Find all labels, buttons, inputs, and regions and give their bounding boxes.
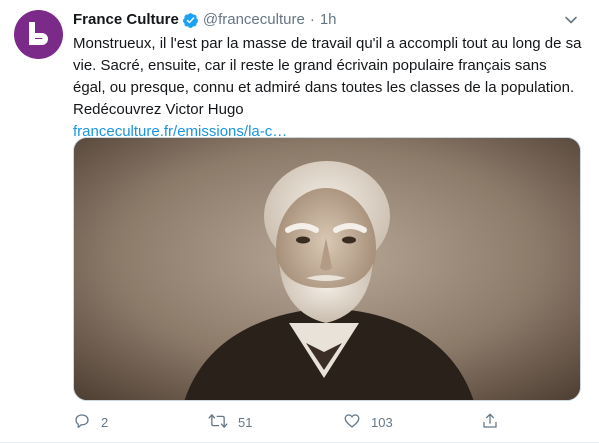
heart-icon (343, 412, 361, 433)
share-icon (481, 412, 499, 433)
timestamp[interactable]: 1h (320, 9, 337, 31)
avatar[interactable] (14, 10, 63, 59)
tweet[interactable]: France Culture @franceculture · 1h Monst… (0, 0, 599, 443)
tweet-header: France Culture @franceculture · 1h (73, 9, 583, 31)
tweet-image[interactable] (73, 137, 581, 401)
reply-count: 2 (101, 414, 109, 430)
author-handle[interactable]: @franceculture (203, 9, 305, 31)
tweet-text: Monstrueux, il l'est par la masse de tra… (73, 35, 582, 118)
retweet-count: 51 (238, 414, 253, 430)
author-name[interactable]: France Culture (73, 9, 179, 31)
chevron-down-icon[interactable] (563, 12, 579, 28)
tweet-actions: 2 51 103 (73, 408, 503, 436)
like-button[interactable]: 103 (343, 408, 481, 436)
tweet-content: France Culture @franceculture · 1h Monst… (73, 9, 583, 143)
portrait-photo (74, 138, 580, 400)
share-button[interactable] (481, 408, 501, 436)
reply-button[interactable]: 2 (73, 408, 208, 436)
retweet-icon (208, 412, 228, 433)
like-count: 103 (371, 414, 393, 430)
verified-badge-icon (182, 12, 199, 29)
retweet-button[interactable]: 51 (208, 408, 343, 436)
france-culture-logo (29, 22, 48, 45)
header-separator: · (309, 11, 315, 28)
tweet-text-block: Monstrueux, il l'est par la masse de tra… (73, 33, 583, 143)
reply-icon (73, 412, 91, 433)
